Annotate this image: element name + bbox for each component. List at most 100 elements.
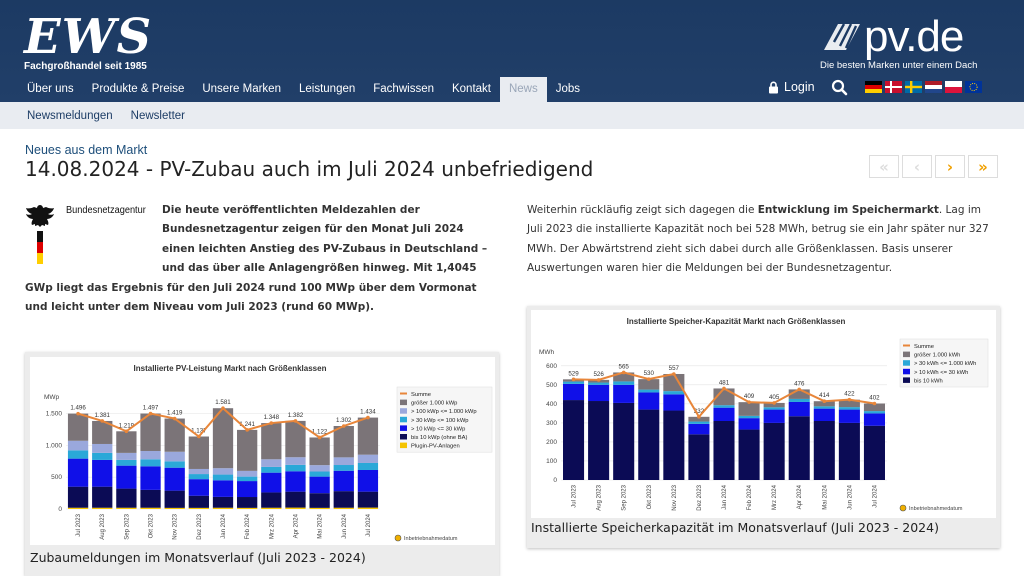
search-icon[interactable] (831, 79, 848, 96)
pv-logo-icon (824, 23, 860, 50)
se-flag-icon[interactable] (905, 81, 922, 93)
bar-segment (67, 486, 89, 508)
login-label: Login (784, 80, 815, 94)
de-flag-icon[interactable] (865, 81, 882, 93)
legend-swatch (903, 368, 910, 375)
x-tick-label: Jun 2024 (847, 484, 853, 509)
sum-point (172, 416, 177, 421)
sum-point (221, 406, 225, 411)
login-link[interactable]: Login (768, 80, 815, 94)
pv-chart-card[interactable]: Installierte PV-Leistung Markt nach Größ… (25, 352, 499, 576)
sum-point (822, 399, 827, 404)
subnav-item-0[interactable]: Newsmeldungen (18, 102, 122, 129)
nav-item-5[interactable]: Kontakt (443, 77, 500, 102)
data-label: 526 (593, 371, 604, 378)
subnav-item-1[interactable]: Newsletter (122, 102, 194, 129)
nav-item-6[interactable]: News (499, 77, 547, 102)
next-article-button[interactable]: › (935, 155, 965, 178)
legend-swatch (400, 442, 407, 449)
bar-segment (813, 421, 835, 480)
sum-point (672, 372, 676, 376)
data-label: 557 (669, 365, 680, 372)
bar-segment (638, 389, 660, 393)
bar-segment (116, 488, 137, 508)
pl-flag-icon[interactable] (945, 81, 962, 93)
bar-segment (763, 407, 785, 410)
pv-tagline: Die besten Marken unter einem Dach (820, 60, 978, 71)
bar-segment (67, 440, 89, 451)
footnote: Inbetriebnahmedatum (909, 506, 963, 512)
x-tick-label: Jun 2024 (342, 513, 348, 538)
pv-chart: Installierte PV-Leistung Markt nach Größ… (44, 364, 493, 542)
bar-segment (688, 423, 710, 435)
x-tick-label: Okt 2023 (647, 484, 653, 509)
nav-item-1[interactable]: Produkte & Preise (83, 77, 194, 102)
dk-flag-icon[interactable] (885, 81, 902, 93)
bundesadler-icon (26, 205, 54, 264)
y-axis-label: MWp (44, 394, 60, 401)
bar-segment (333, 507, 354, 509)
data-label: 1.434 (360, 409, 376, 416)
bar-segment (333, 457, 354, 466)
nav-item-0[interactable]: Über uns (18, 77, 83, 102)
bar-segment (237, 470, 258, 477)
bar-segment (116, 465, 137, 489)
legend-label: Summe (411, 392, 431, 398)
bar-segment (838, 409, 860, 423)
x-tick-label: Apr 2024 (797, 484, 803, 509)
bar-segment (188, 474, 209, 480)
bar-segment (164, 507, 185, 509)
bar-segment (92, 486, 113, 508)
article-category[interactable]: Neues aus dem Markt (25, 143, 147, 157)
bar-segment (309, 507, 330, 509)
nl-flag-icon[interactable] (925, 81, 942, 93)
bar-segment (357, 417, 379, 455)
legend-label: größer 1.000 kWp (411, 401, 457, 407)
bar-segment (261, 492, 282, 508)
storage-chart: Installierte Speicher-Kapazität Markt na… (539, 317, 989, 512)
pv-de-logo[interactable]: pv.de Die besten Marken unter einem Dach (820, 14, 990, 74)
x-tick-label: Jul 2023 (76, 513, 82, 536)
bar-segment (788, 401, 810, 417)
data-label: 481 (719, 379, 730, 386)
bar-segment (638, 392, 660, 410)
ews-logo[interactable]: EWS Fachgroßhandel seit 1985 (24, 13, 152, 72)
y-tick-label: 0 (553, 477, 557, 484)
sum-point (596, 378, 601, 382)
last-article-button[interactable]: » (968, 155, 998, 178)
bar-segment (357, 454, 379, 463)
nav-item-3[interactable]: Leistungen (290, 77, 364, 102)
bar-segment (140, 450, 161, 460)
nav-item-4[interactable]: Fachwissen (364, 77, 443, 102)
nav-item-2[interactable]: Unsere Marken (193, 77, 290, 102)
bar-segment (309, 437, 330, 466)
bar-segment (285, 491, 306, 508)
sum-point (269, 421, 274, 425)
storage-chart-image: Installierte Speicher-Kapazität Markt na… (531, 310, 996, 518)
x-tick-label: Nov 2023 (173, 513, 179, 539)
bar-segment (212, 480, 234, 497)
y-tick-label: 500 (546, 382, 557, 389)
x-tick-label: Aug 2023 (597, 484, 603, 510)
bar-segment (92, 443, 113, 453)
sum-point (772, 401, 776, 405)
bar-segment (237, 429, 258, 471)
pv-chart-caption: Zubaumeldungen im Monatsverlauf (Juli 20… (30, 550, 366, 565)
legend-swatch (400, 425, 407, 431)
data-label: 565 (619, 363, 630, 370)
bar-segment (285, 471, 306, 492)
x-tick-label: Jul 2024 (366, 513, 372, 536)
sum-point (571, 377, 576, 382)
bar-segment (188, 468, 209, 475)
nav-item-7[interactable]: Jobs (547, 77, 589, 102)
data-label: 1.496 (70, 405, 86, 412)
bar-segment (863, 425, 885, 480)
chart-title: Installierte PV-Leistung Markt nach Größ… (134, 364, 327, 373)
bar-segment (261, 472, 282, 493)
bar-segment (164, 461, 185, 468)
bar-segment (357, 462, 379, 470)
sum-point (797, 387, 802, 392)
eu-flag-icon[interactable] (965, 81, 982, 93)
storage-chart-card[interactable]: Installierte Speicher-Kapazität Markt na… (527, 306, 1000, 548)
bar-segment (261, 459, 282, 467)
